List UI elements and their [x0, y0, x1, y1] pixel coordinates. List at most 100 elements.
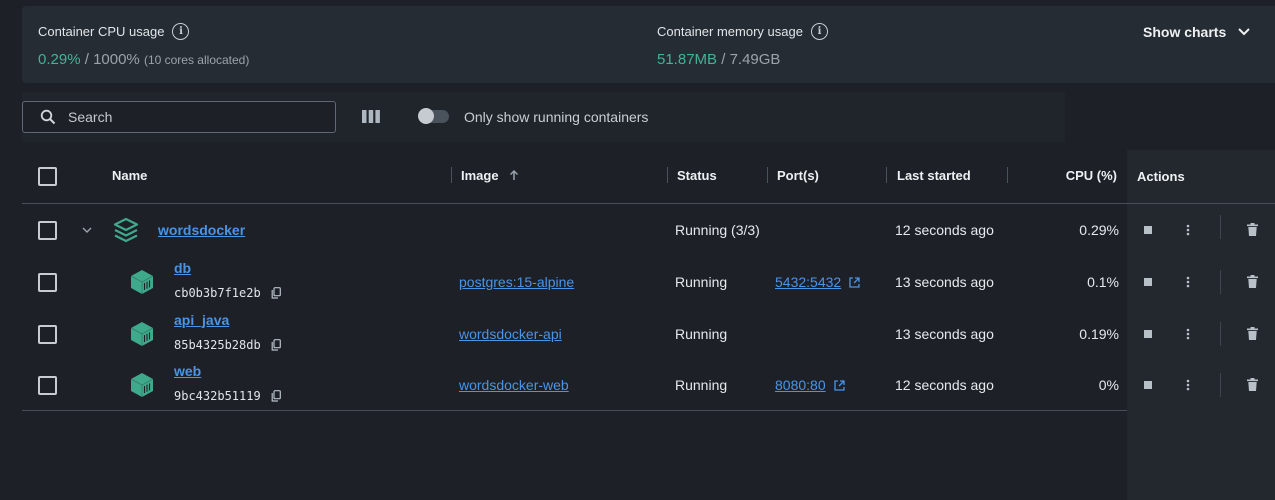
memory-used: 51.87MB [657, 51, 718, 68]
show-charts-label: Show charts [1143, 24, 1227, 40]
copy-icon[interactable] [271, 287, 281, 299]
column-separator[interactable] [886, 167, 887, 183]
row-checkbox[interactable] [38, 325, 57, 344]
containers-view: Container CPU usage i 0.29% / 1000% (10 … [0, 0, 1275, 500]
memory-separator: / [717, 51, 730, 68]
stop-icon[interactable] [1144, 381, 1152, 389]
trash-icon[interactable] [1247, 275, 1258, 288]
container-status: Running [675, 377, 728, 393]
running-only-toggle[interactable] [418, 108, 449, 124]
image-link[interactable]: wordsdocker-web [459, 377, 569, 393]
port-link[interactable]: 5432:5432 [775, 274, 860, 290]
cpu-cores: (10 cores allocated) [143, 53, 250, 67]
header-divider [22, 203, 1275, 204]
header-status[interactable]: Status [677, 168, 717, 183]
search-icon [40, 109, 56, 125]
more-options-icon[interactable] [1186, 379, 1190, 391]
memory-usage-value: 51.87MB / 7.49GB [657, 51, 780, 68]
container-icon [130, 270, 154, 294]
cpu-separator: / [80, 51, 94, 68]
more-options-icon[interactable] [1186, 224, 1190, 236]
action-divider [1220, 215, 1221, 239]
container-id: cb0b3b7f1e2b [174, 286, 261, 300]
cpu-usage-value: 0.29% / 1000% (10 cores allocated) [38, 51, 249, 68]
container-id: 85b4325b28db [174, 338, 261, 352]
container-cpu: 0.1% [1087, 274, 1119, 290]
more-options-icon[interactable] [1186, 328, 1190, 340]
memory-usage-label: Container memory usage i [657, 23, 828, 40]
stop-icon[interactable] [1144, 330, 1152, 338]
info-icon[interactable]: i [172, 23, 190, 40]
trash-icon[interactable] [1247, 327, 1258, 340]
group-status: Running (3/3) [675, 222, 760, 238]
port-link-label[interactable]: 8080:80 [775, 377, 826, 393]
header-cpu[interactable]: CPU (%) [1032, 168, 1117, 183]
cpu-usage-label-text: Container CPU usage [38, 24, 165, 39]
table-bottom-border [22, 410, 1127, 411]
cpu-usage-label: Container CPU usage i [38, 23, 190, 40]
container-id: 9bc432b51119 [174, 389, 261, 403]
action-divider [1220, 270, 1221, 294]
search-input[interactable] [66, 108, 310, 126]
trash-icon[interactable] [1247, 223, 1258, 236]
cpu-used: 0.29% [38, 51, 81, 68]
cpu-total: 1000% [93, 51, 140, 68]
action-divider [1220, 373, 1221, 397]
image-link[interactable]: postgres:15-alpine [459, 274, 574, 290]
container-last-started: 13 seconds ago [895, 274, 994, 290]
toggle-knob [418, 108, 434, 124]
row-checkbox[interactable] [38, 376, 57, 395]
sort-ascending-icon [510, 169, 519, 180]
info-icon[interactable]: i [810, 23, 828, 40]
container-icon [130, 322, 154, 346]
column-separator[interactable] [1007, 167, 1008, 183]
search-box[interactable] [22, 101, 336, 133]
select-all-checkbox[interactable] [38, 167, 57, 186]
action-divider [1220, 322, 1221, 346]
stop-icon[interactable] [1144, 278, 1152, 286]
container-name-link[interactable]: db [174, 260, 191, 276]
container-last-started: 13 seconds ago [895, 326, 994, 342]
header-actions: Actions [1137, 169, 1185, 184]
chevron-down-icon[interactable] [82, 225, 92, 235]
running-only-label: Only show running containers [464, 109, 649, 125]
copy-icon[interactable] [271, 339, 281, 351]
stack-icon [113, 217, 139, 243]
trash-icon[interactable] [1247, 378, 1258, 391]
container-last-started: 12 seconds ago [895, 377, 994, 393]
container-name-link[interactable]: web [174, 363, 201, 379]
container-status: Running [675, 326, 728, 342]
group-last-started: 12 seconds ago [895, 222, 994, 238]
chevron-down-icon [1238, 28, 1250, 36]
copy-icon[interactable] [271, 390, 281, 402]
table-header: Name Image Status Port(s) Last started C… [22, 150, 1275, 203]
header-image[interactable]: Image [461, 168, 520, 183]
port-link-label[interactable]: 5432:5432 [775, 274, 841, 290]
stop-icon[interactable] [1144, 226, 1152, 234]
container-status: Running [675, 274, 728, 290]
columns-icon[interactable] [361, 109, 381, 125]
container-cpu: 0% [1098, 377, 1119, 393]
group-cpu: 0.29% [1079, 222, 1119, 238]
image-link[interactable]: wordsdocker-api [459, 326, 562, 342]
show-charts-button[interactable]: Show charts [1143, 24, 1250, 40]
external-link-icon[interactable] [849, 277, 860, 288]
column-separator[interactable] [667, 167, 668, 183]
column-separator[interactable] [451, 167, 452, 183]
row-checkbox[interactable] [38, 273, 57, 292]
external-link-icon[interactable] [833, 380, 845, 391]
header-name[interactable]: Name [112, 168, 147, 183]
header-image-label: Image [461, 168, 499, 183]
header-last-started[interactable]: Last started [897, 168, 971, 183]
column-separator[interactable] [767, 167, 768, 183]
header-ports[interactable]: Port(s) [777, 168, 819, 183]
container-cpu: 0.19% [1079, 326, 1119, 342]
port-link[interactable]: 8080:80 [775, 377, 845, 393]
container-name-link[interactable]: api_java [174, 312, 229, 328]
memory-total: 7.49GB [729, 51, 781, 68]
memory-usage-label-text: Container memory usage [657, 24, 803, 39]
more-options-icon[interactable] [1186, 276, 1190, 288]
group-name-link[interactable]: wordsdocker [158, 222, 245, 238]
stats-panel: Container CPU usage i 0.29% / 1000% (10 … [22, 6, 1275, 83]
row-checkbox[interactable] [38, 221, 57, 240]
